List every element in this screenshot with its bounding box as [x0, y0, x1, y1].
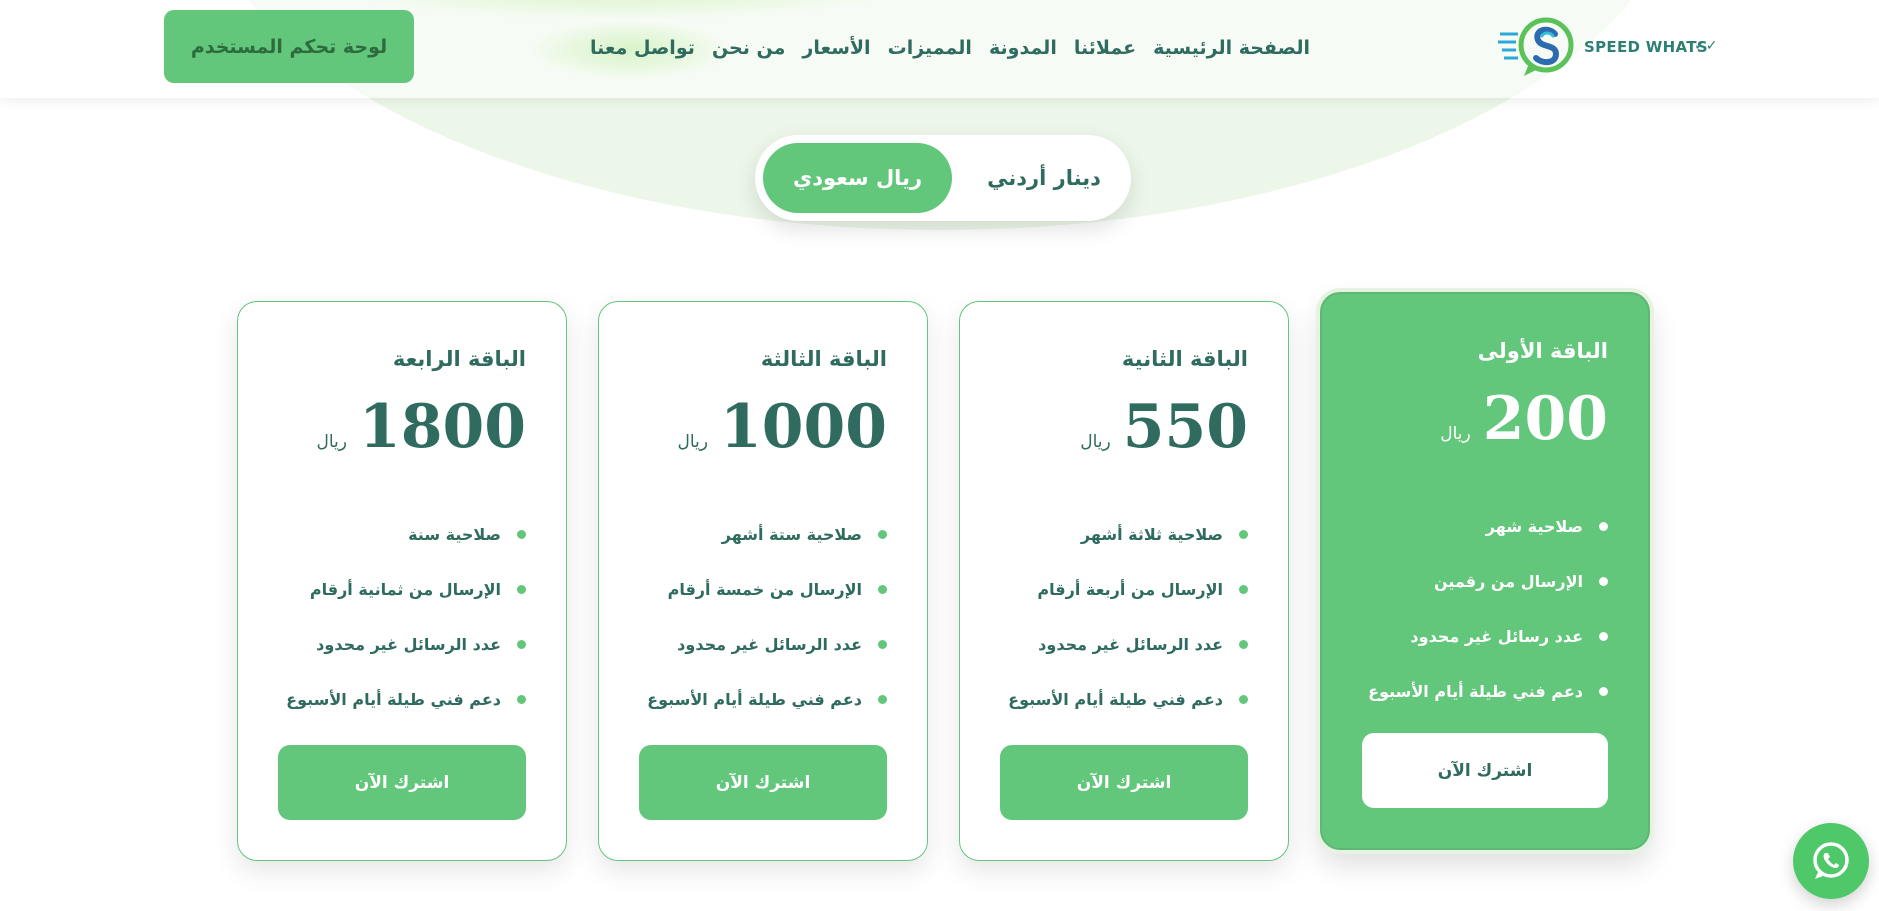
- subscribe-button[interactable]: اشترك الآن: [278, 745, 526, 820]
- bullet-dot: [878, 640, 887, 649]
- plan-feature: عدد الرسائل غير محدود: [1008, 617, 1248, 672]
- plan-feature: صلاحية سنة: [286, 507, 526, 562]
- bullet-dot: [517, 640, 526, 649]
- plan-card-4: الباقة الرابعة 1800 ريال صلاحية سنة الإر…: [237, 301, 567, 861]
- plan-price: 550 ريال: [1080, 397, 1248, 457]
- bullet-dot: [1599, 687, 1608, 696]
- speed-whats-logo-icon: [1498, 17, 1574, 76]
- bullet-dot: [1239, 695, 1248, 704]
- plan-feature: عدد رسائل غير محدود: [1368, 609, 1608, 664]
- plan-feature: دعم فني طيلة أيام الأسبوع: [1008, 672, 1248, 727]
- nav-pricing[interactable]: الأسعار: [802, 37, 870, 59]
- plan-features: صلاحية سنة الإرسال من ثمانية أرقام عدد ا…: [286, 507, 526, 727]
- plan-price: 1800 ريال: [317, 397, 526, 457]
- plan-title: الباقة الأولى: [1477, 339, 1608, 363]
- plan-feature: الإرسال من رقمين: [1368, 554, 1608, 609]
- bullet-dot: [878, 585, 887, 594]
- plan-price: 1000 ريال: [678, 397, 887, 457]
- nav-blog[interactable]: المدونة: [989, 37, 1057, 59]
- plan-price-value: 200: [1482, 384, 1608, 454]
- subscribe-button[interactable]: اشترك الآن: [1362, 733, 1608, 808]
- bullet-dot: [878, 530, 887, 539]
- plan-title: الباقة الثانية: [1121, 347, 1248, 371]
- bullet-dot: [517, 585, 526, 594]
- plan-price-currency: ريال: [1440, 424, 1471, 444]
- whatsapp-icon: [1813, 842, 1849, 879]
- bullet-dot: [1239, 585, 1248, 594]
- plan-card-1: الباقة الأولى 200 ريال صلاحية شهر الإرسا…: [1320, 292, 1650, 850]
- plan-price-currency: ريال: [1080, 432, 1111, 452]
- bullet-dot: [517, 530, 526, 539]
- plan-feature: الإرسال من خمسة أرقام: [647, 562, 887, 617]
- plan-price: 200 ريال: [1440, 389, 1608, 449]
- plan-price-value: 1000: [720, 392, 887, 462]
- brand-logo[interactable]: SPEED WHATS ✓✓: [1498, 16, 1717, 80]
- bullet-dot: [1239, 640, 1248, 649]
- currency-option-sar[interactable]: ريال سعودي: [763, 143, 952, 213]
- bullet-dot: [1239, 530, 1248, 539]
- subscribe-button[interactable]: اشترك الآن: [1000, 745, 1248, 820]
- plan-feature: عدد الرسائل غير محدود: [286, 617, 526, 672]
- currency-option-jod[interactable]: دينار أردني: [964, 143, 1124, 213]
- plan-features: صلاحية ثلاثة أشهر الإرسال من أربعة أرقام…: [1008, 507, 1248, 727]
- plan-card-3: الباقة الثالثة 1000 ريال صلاحية ستة أشهر…: [598, 301, 928, 861]
- plan-title: الباقة الثالثة: [760, 347, 887, 371]
- site-header: لوحة تحكم المستخدم الصفحة الرئيسية عملائ…: [0, 0, 1879, 98]
- plan-feature: دعم فني طيلة أيام الأسبوع: [286, 672, 526, 727]
- plan-price-value: 550: [1122, 392, 1248, 462]
- bullet-dot: [1599, 522, 1608, 531]
- plan-feature: دعم فني طيلة أيام الأسبوع: [647, 672, 887, 727]
- plan-feature: صلاحية شهر: [1368, 499, 1608, 554]
- plan-price-currency: ريال: [677, 432, 708, 452]
- bullet-dot: [1599, 632, 1608, 641]
- nav-contact[interactable]: تواصل معنا: [590, 37, 695, 59]
- nav-home[interactable]: الصفحة الرئيسية: [1153, 37, 1310, 59]
- plan-feature: صلاحية ثلاثة أشهر: [1008, 507, 1248, 562]
- main-nav: الصفحة الرئيسية عملائنا المدونة المميزات…: [590, 33, 1310, 63]
- double-check-icon: ✓✓: [1694, 38, 1718, 54]
- bullet-dot: [878, 695, 887, 704]
- plan-price-value: 1800: [359, 392, 526, 462]
- brand-name: SPEED WHATS: [1584, 38, 1708, 56]
- plan-title: الباقة الرابعة: [392, 347, 526, 371]
- nav-about[interactable]: من نحن: [712, 37, 785, 59]
- user-dashboard-button[interactable]: لوحة تحكم المستخدم: [164, 10, 414, 83]
- plan-feature: دعم فني طيلة أيام الأسبوع: [1368, 664, 1608, 719]
- plan-price-currency: ريال: [316, 432, 347, 452]
- plan-card-2: الباقة الثانية 550 ريال صلاحية ثلاثة أشه…: [959, 301, 1289, 861]
- plan-features: صلاحية ستة أشهر الإرسال من خمسة أرقام عد…: [647, 507, 887, 727]
- plan-features: صلاحية شهر الإرسال من رقمين عدد رسائل غي…: [1368, 499, 1608, 719]
- plan-feature: صلاحية ستة أشهر: [647, 507, 887, 562]
- subscribe-button[interactable]: اشترك الآن: [639, 745, 887, 820]
- whatsapp-chat-button[interactable]: [1793, 823, 1869, 899]
- nav-features[interactable]: المميزات: [888, 37, 972, 59]
- bullet-dot: [517, 695, 526, 704]
- plan-feature: الإرسال من ثمانية أرقام: [286, 562, 526, 617]
- bullet-dot: [1599, 577, 1608, 586]
- plan-feature: عدد الرسائل غير محدود: [647, 617, 887, 672]
- plan-feature: الإرسال من أربعة أرقام: [1008, 562, 1248, 617]
- nav-clients[interactable]: عملائنا: [1074, 37, 1136, 59]
- currency-toggle: ريال سعودي دينار أردني: [755, 135, 1131, 221]
